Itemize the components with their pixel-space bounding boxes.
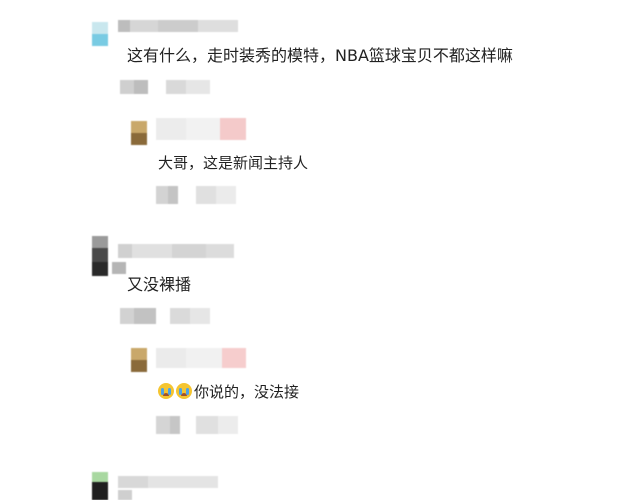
username[interactable] <box>118 476 218 488</box>
reply-avatar[interactable] <box>131 121 147 145</box>
comment-meta <box>120 80 210 94</box>
reply-text: 你说的，没法接 <box>194 383 300 401</box>
crying-emoji-icon <box>158 383 174 399</box>
username-sub <box>118 490 132 500</box>
username[interactable] <box>118 244 234 258</box>
username-sub <box>112 262 126 274</box>
reply-text-row: 你说的，没法接 <box>158 382 299 402</box>
username[interactable] <box>118 20 238 32</box>
comment-text: 这有什么，走时装秀的模特，NBA篮球宝贝不都这样嘛 <box>127 46 513 65</box>
avatar[interactable] <box>92 236 108 276</box>
reply-meta <box>156 416 238 434</box>
reply-username[interactable] <box>156 348 246 368</box>
comment-text: 又没裸播 <box>127 275 192 294</box>
crying-emoji-icon <box>176 383 192 399</box>
reply-text: 大哥，这是新闻主持人 <box>158 154 309 172</box>
avatar[interactable] <box>92 472 108 500</box>
reply-meta <box>156 186 236 204</box>
reply-avatar[interactable] <box>131 348 147 372</box>
comment-meta <box>120 308 210 324</box>
reply-username[interactable] <box>156 118 246 140</box>
avatar[interactable] <box>92 22 108 46</box>
